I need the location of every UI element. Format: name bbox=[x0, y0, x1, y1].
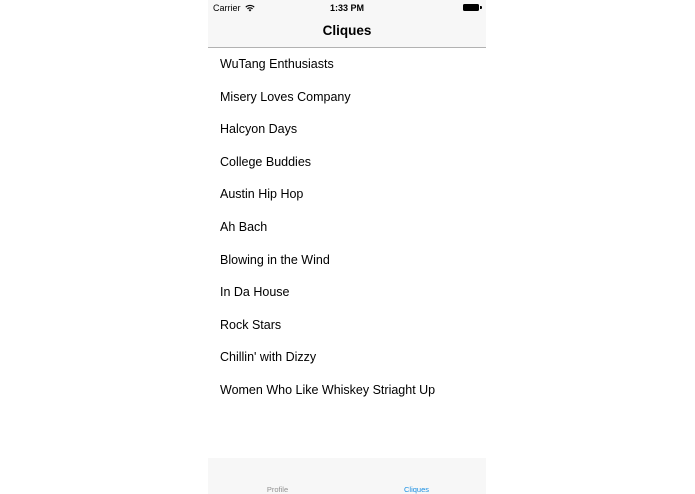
app-screen: Carrier 1:33 PM Cliques WuTang Enthusias… bbox=[208, 0, 486, 494]
tab-cliques[interactable]: Cliques bbox=[347, 458, 486, 494]
clique-row[interactable]: Chillin' with Dizzy bbox=[208, 341, 486, 374]
tab-cliques-label: Cliques bbox=[403, 485, 429, 494]
clique-row[interactable]: Blowing in the Wind bbox=[208, 244, 486, 277]
clique-row[interactable]: Rock Stars bbox=[208, 309, 486, 342]
clique-row[interactable]: In Da House bbox=[208, 276, 486, 309]
tab-profile-label: Profile bbox=[266, 485, 289, 494]
clique-row[interactable]: WuTang Enthusiasts bbox=[208, 48, 486, 81]
battery-icon bbox=[463, 4, 482, 12]
page-title: Cliques bbox=[322, 23, 372, 38]
status-bar: Carrier 1:33 PM bbox=[208, 0, 486, 16]
clique-row[interactable]: Women Who Like Whiskey Striaght Up bbox=[208, 374, 486, 407]
clique-row[interactable]: College Buddies bbox=[208, 146, 486, 179]
clique-row[interactable]: Austin Hip Hop bbox=[208, 178, 486, 211]
clique-row[interactable]: Halcyon Days bbox=[208, 113, 486, 146]
tab-profile[interactable]: Profile bbox=[208, 458, 347, 494]
status-time: 1:33 PM bbox=[329, 3, 364, 13]
navigation-bar: Cliques bbox=[208, 16, 486, 48]
cliques-list: WuTang Enthusiasts Misery Loves Company … bbox=[208, 48, 486, 407]
clique-row[interactable]: Misery Loves Company bbox=[208, 81, 486, 114]
clique-row[interactable]: Ah Bach bbox=[208, 211, 486, 244]
tab-bar: Profile Cliques bbox=[208, 458, 486, 494]
